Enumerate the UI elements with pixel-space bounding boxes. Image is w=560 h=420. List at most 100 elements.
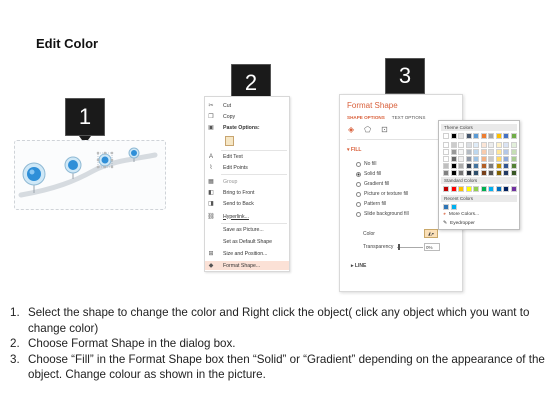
theme-color-swatch[interactable] [443,156,449,162]
theme-color-swatch[interactable] [443,170,449,176]
theme-color-swatch[interactable] [473,133,479,139]
theme-color-swatch[interactable] [488,133,494,139]
menu-item-save-as-picture[interactable]: Save as Picture... [205,225,289,234]
menu-item-copy[interactable]: ❐ Copy [205,112,289,121]
theme-color-swatch[interactable] [465,163,472,169]
radio-slide-background-fill[interactable]: Slide background fill [356,211,409,217]
theme-color-swatch[interactable] [458,163,464,169]
theme-color-swatch[interactable] [450,133,457,139]
theme-color-swatch[interactable] [480,163,487,169]
theme-color-swatch[interactable] [443,142,449,148]
menu-item-set-default-shape[interactable]: Set as Default Shape [205,237,289,246]
theme-color-swatch[interactable] [495,149,502,155]
theme-color-swatch[interactable] [473,163,479,169]
standard-color-swatch[interactable] [488,186,494,192]
theme-color-swatch[interactable] [473,170,479,176]
theme-color-swatch[interactable] [465,149,472,155]
theme-color-swatch[interactable] [503,170,509,176]
menu-item-bring-to-front[interactable]: ◧ Bring to Front [205,188,289,197]
theme-color-swatch[interactable] [495,156,502,162]
standard-color-swatch[interactable] [473,186,479,192]
radio-no-fill[interactable]: No fill [356,161,377,167]
transparency-input[interactable]: 0% [424,243,440,251]
menu-item-format-shape[interactable]: ◆ Format Shape... [205,261,289,270]
radio-picture-fill[interactable]: Picture or texture fill [356,191,408,197]
radio-gradient-fill[interactable]: Gradient fill [356,181,389,187]
theme-color-swatch[interactable] [488,149,494,155]
more-colors-item[interactable]: ◕ More Colors... [443,212,479,217]
theme-color-swatch[interactable] [495,133,502,139]
standard-color-swatch[interactable] [465,186,472,192]
shape-selection-panel[interactable] [14,140,166,210]
theme-color-swatch[interactable] [480,133,487,139]
tab-shape-options[interactable]: SHAPE OPTIONS [347,115,385,120]
theme-color-swatch[interactable] [450,170,457,176]
standard-color-swatch[interactable] [450,186,457,192]
theme-color-swatch[interactable] [495,170,502,176]
standard-color-swatch[interactable] [480,186,487,192]
menu-item-hyperlink[interactable]: ⛓ Hyperlink... [205,212,289,221]
theme-color-swatch[interactable] [510,142,517,148]
standard-color-swatch[interactable] [458,186,464,192]
menu-item-send-to-back[interactable]: ◨ Send to Back [205,199,289,208]
paste-option-icon[interactable] [225,136,234,146]
theme-color-swatch[interactable] [473,156,479,162]
theme-color-swatch[interactable] [473,142,479,148]
theme-color-swatch[interactable] [495,163,502,169]
radio-solid-fill[interactable]: Solid fill [356,171,381,177]
menu-item-edit-text[interactable]: A Edit Text [205,152,289,161]
theme-color-swatch[interactable] [510,156,517,162]
theme-color-swatch[interactable] [443,163,449,169]
theme-color-swatch[interactable] [503,133,509,139]
theme-color-swatch[interactable] [450,142,457,148]
theme-color-swatch[interactable] [495,142,502,148]
theme-color-swatch[interactable] [450,163,457,169]
theme-color-swatch[interactable] [465,142,472,148]
menu-item-size-position[interactable]: ⊞ Size and Position... [205,249,289,258]
standard-color-swatch[interactable] [503,186,509,192]
effects-icon[interactable]: ⬠ [364,125,371,134]
theme-color-swatch[interactable] [480,156,487,162]
theme-color-swatch[interactable] [465,170,472,176]
theme-color-swatch[interactable] [458,149,464,155]
menu-item-cut[interactable]: ✂ Cut [205,101,289,110]
eyedropper-item[interactable]: ✎ Eyedropper [443,221,475,226]
theme-color-swatch[interactable] [450,149,457,155]
fill-line-icon[interactable]: ◈ [348,125,354,134]
theme-color-swatch[interactable] [465,133,472,139]
theme-color-swatch[interactable] [458,156,464,162]
theme-color-swatch[interactable] [480,149,487,155]
theme-color-swatch[interactable] [465,156,472,162]
line-section-header[interactable]: ▸ LINE [351,263,366,269]
fill-section-header[interactable]: ▾ FILL [347,147,361,153]
theme-color-swatch[interactable] [510,149,517,155]
theme-color-swatch[interactable] [503,156,509,162]
theme-color-swatch[interactable] [443,149,449,155]
tab-text-options[interactable]: TEXT OPTIONS [392,115,426,120]
theme-color-swatch[interactable] [510,163,517,169]
theme-color-swatch[interactable] [503,163,509,169]
transparency-slider-handle[interactable] [398,244,400,250]
recent-color-swatch[interactable] [450,204,457,210]
color-picker-button[interactable]: ◭ ▾ [424,229,438,238]
theme-color-swatch[interactable] [488,142,494,148]
theme-color-swatch[interactable] [458,170,464,176]
theme-color-swatch[interactable] [480,142,487,148]
theme-color-swatch[interactable] [488,163,494,169]
theme-color-swatch[interactable] [458,142,464,148]
theme-color-swatch[interactable] [443,133,449,139]
theme-color-swatch[interactable] [450,156,457,162]
theme-color-swatch[interactable] [473,149,479,155]
theme-color-swatch[interactable] [480,170,487,176]
menu-item-group[interactable]: ▦ Group [205,177,289,186]
recent-color-swatch[interactable] [443,204,449,210]
theme-color-swatch[interactable] [488,170,494,176]
theme-color-swatch[interactable] [458,133,464,139]
theme-color-swatch[interactable] [503,142,509,148]
theme-color-swatch[interactable] [503,149,509,155]
standard-color-swatch[interactable] [443,186,449,192]
standard-color-swatch[interactable] [495,186,502,192]
theme-color-swatch[interactable] [488,156,494,162]
size-properties-icon[interactable]: ⊡ [381,125,388,134]
theme-color-swatch[interactable] [510,170,517,176]
